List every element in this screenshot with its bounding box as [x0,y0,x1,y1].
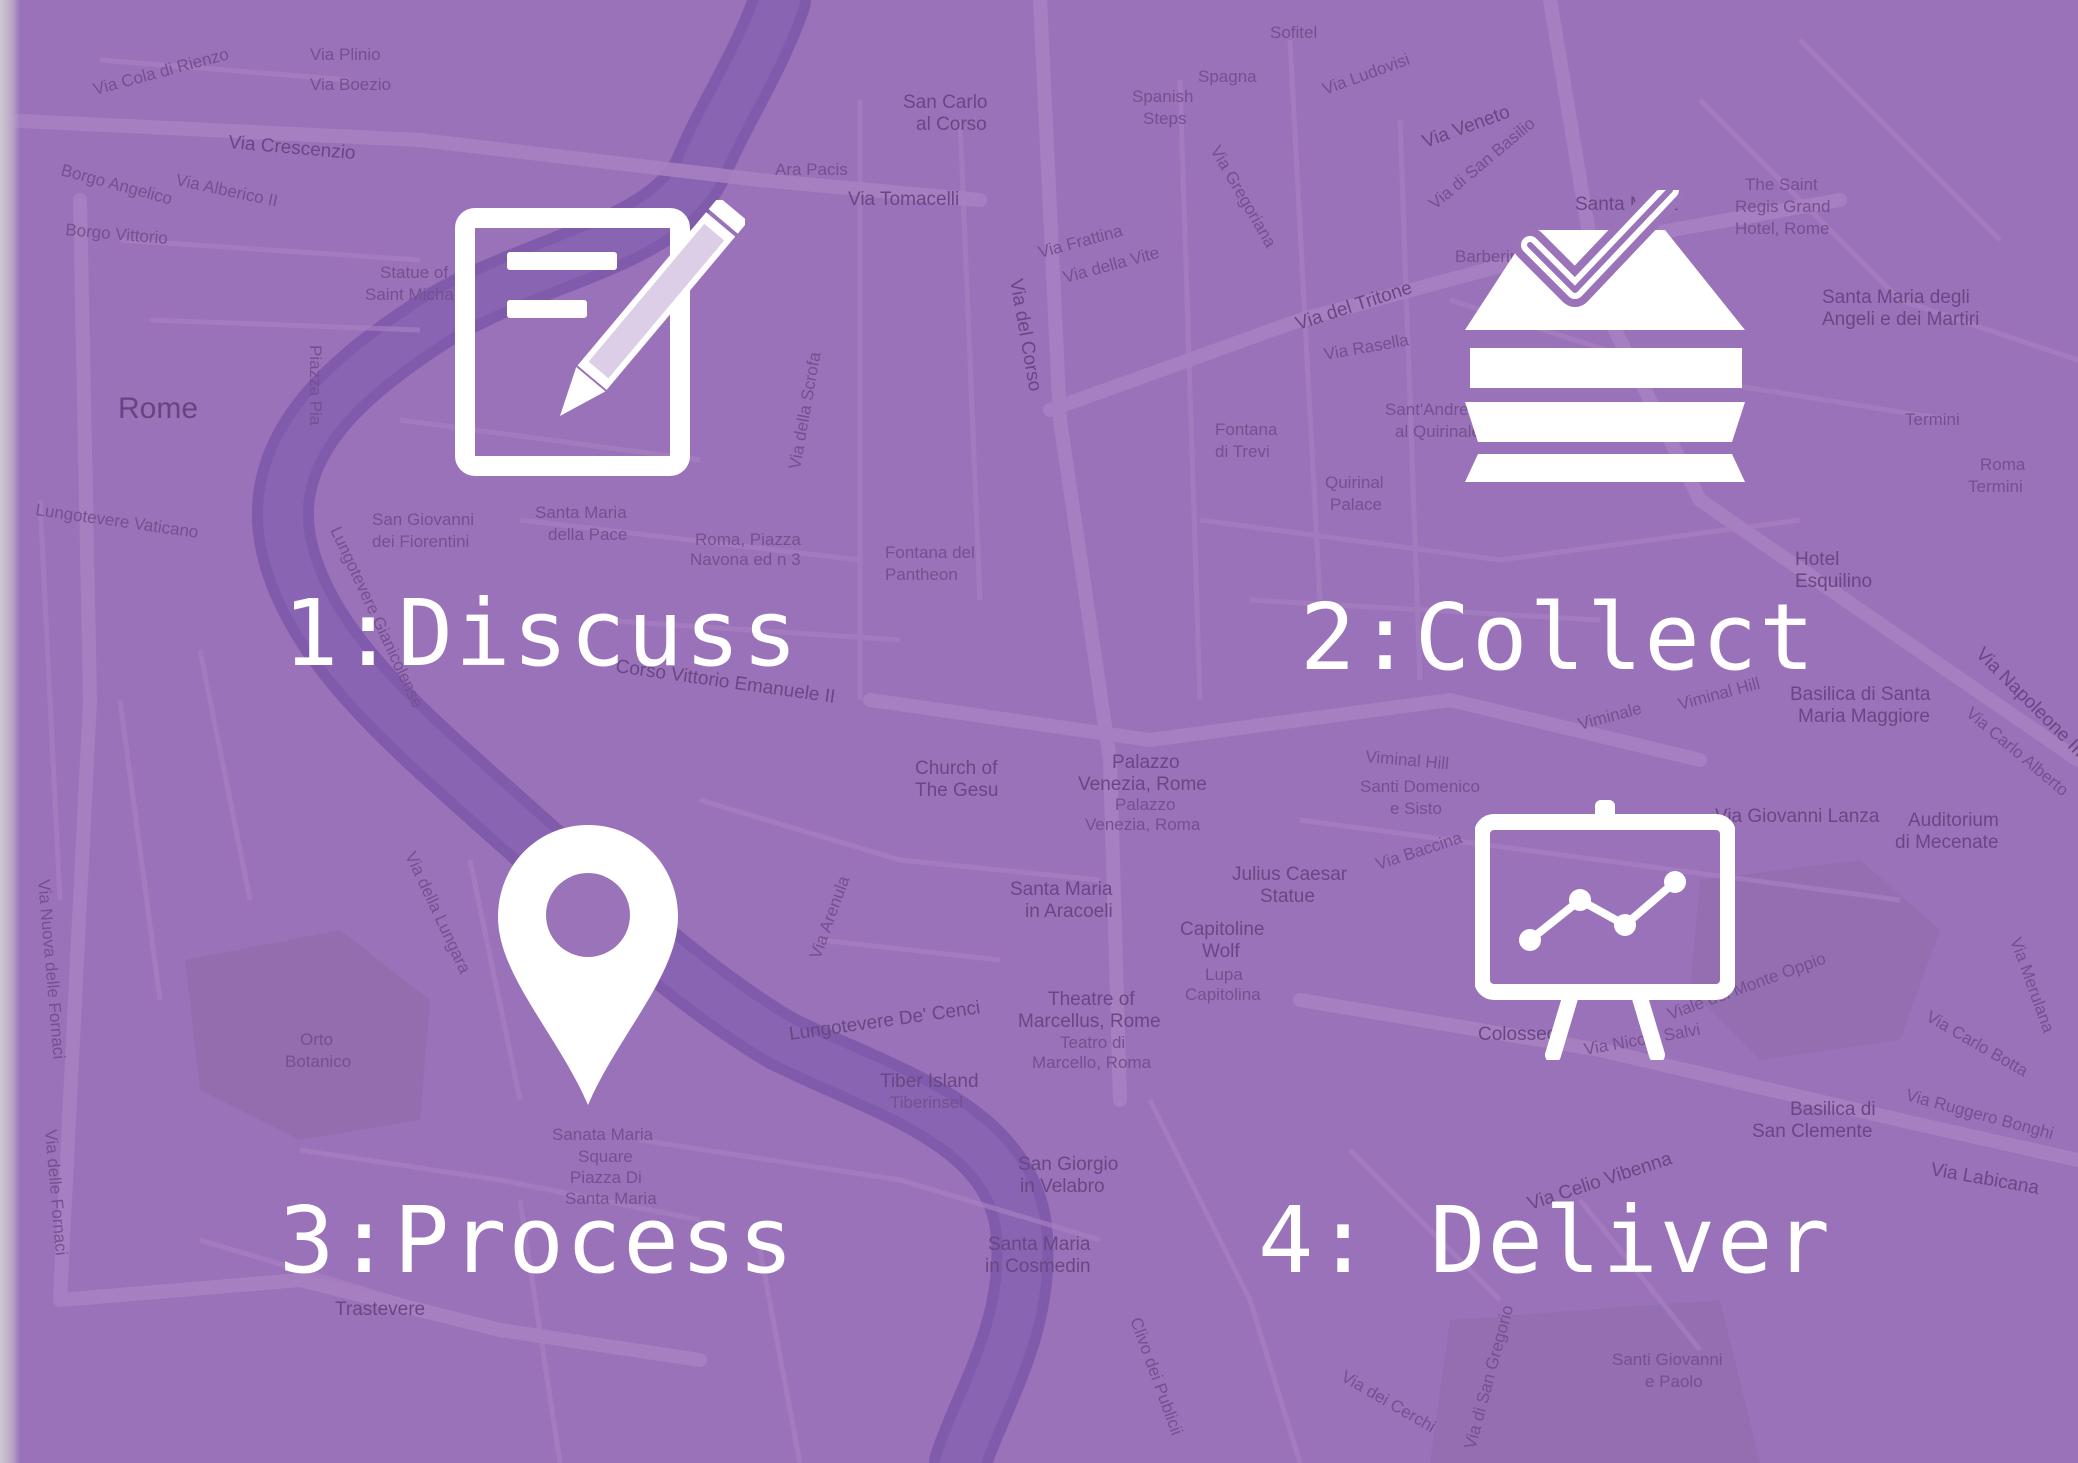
step-3-label: 3:Process [279,1187,796,1294]
infographic-canvas: Via Cola di Rienzo Via Plinio Via Boezio… [0,0,2078,1463]
svg-text:Statue of: Statue of [380,263,448,282]
document-pencil-icon [455,196,749,480]
svg-text:Angeli e dei Martiri: Angeli e dei Martiri [1822,309,1979,330]
svg-text:Navona ed n 3: Navona ed n 3 [690,550,801,569]
svg-text:Santa Maria: Santa Maria [535,503,627,522]
svg-text:Auditorium: Auditorium [1908,810,1999,831]
svg-text:e Sisto: e Sisto [1390,799,1442,818]
svg-text:e Paolo: e Paolo [1645,1372,1703,1391]
svg-text:Venezia, Rome: Venezia, Rome [1078,774,1207,795]
svg-text:Piazza Di: Piazza Di [570,1168,642,1187]
svg-text:Fontana: Fontana [1215,420,1278,439]
svg-text:Church of: Church of [915,758,998,779]
svg-text:Capitoline: Capitoline [1180,919,1265,940]
svg-text:in Velabro: in Velabro [1020,1176,1105,1197]
svg-text:Santi Domenico: Santi Domenico [1360,777,1480,796]
svg-text:dei Fiorentini: dei Fiorentini [372,532,469,551]
svg-text:Roma: Roma [1980,455,2026,474]
svg-text:Capitolina: Capitolina [1185,985,1261,1004]
svg-text:San Clemente: San Clemente [1752,1121,1872,1142]
svg-text:Wolf: Wolf [1202,941,1240,962]
svg-text:Santa Maria: Santa Maria [1010,879,1113,900]
svg-text:Santa Maria: Santa Maria [988,1234,1091,1255]
svg-text:Orto: Orto [300,1030,333,1049]
svg-text:Sanata Maria: Sanata Maria [552,1125,654,1144]
svg-text:San Giovanni: San Giovanni [372,510,474,529]
svg-text:Botanico: Botanico [285,1052,351,1071]
scan-edge [0,0,20,1463]
svg-text:Termini: Termini [1968,477,2023,496]
svg-text:Santi Giovanni: Santi Giovanni [1612,1350,1723,1369]
svg-text:Steps: Steps [1143,109,1186,128]
svg-text:The Gesu: The Gesu [915,780,998,801]
svg-text:Via Tomacelli: Via Tomacelli [848,189,959,210]
svg-text:di Mecenate: di Mecenate [1895,832,1999,853]
svg-text:San Carlo: San Carlo [903,92,988,113]
svg-text:Square: Square [578,1147,633,1166]
svg-text:Roma, Piazza: Roma, Piazza [695,530,801,549]
svg-text:Via Giovanni Lanza: Via Giovanni Lanza [1715,806,1880,827]
svg-text:Piazza Pia: Piazza Pia [306,345,325,426]
step-2-label: 2:Collect [1300,584,1817,691]
svg-text:Theatre of: Theatre of [1048,989,1135,1010]
svg-text:Trastevere: Trastevere [335,1299,425,1320]
svg-text:The Saint: The Saint [1745,175,1818,194]
svg-text:in Cosmedin: in Cosmedin [985,1256,1091,1277]
svg-text:Quirinal: Quirinal [1325,473,1384,492]
svg-text:Palazzo: Palazzo [1115,795,1175,814]
svg-text:Santa Maria degli: Santa Maria degli [1822,287,1970,308]
svg-text:Julius Caesar: Julius Caesar [1232,864,1348,885]
svg-text:al Corso: al Corso [916,114,987,135]
step-4-label: 4: Deliver [1258,1187,1832,1294]
svg-text:Lupa: Lupa [1205,965,1243,984]
presentation-chart-icon [1474,800,1736,1063]
svg-text:Palace: Palace [1330,495,1382,514]
svg-text:in Aracoeli: in Aracoeli [1025,901,1113,922]
svg-text:Marcellus, Rome: Marcellus, Rome [1018,1011,1161,1032]
step-1-label: 1:Discuss [283,580,800,687]
svg-text:della Pace: della Pace [548,525,627,544]
svg-text:Statue: Statue [1260,886,1315,907]
svg-text:Saint Michael: Saint Michael [365,285,467,304]
svg-text:Termini: Termini [1905,410,1960,429]
svg-text:Marcello, Roma: Marcello, Roma [1032,1053,1152,1072]
svg-text:Rome: Rome [118,392,198,425]
svg-text:Via Boezio: Via Boezio [310,75,391,94]
svg-text:Pantheon: Pantheon [885,565,958,584]
svg-text:Spagna: Spagna [1198,67,1257,86]
svg-text:Palazzo: Palazzo [1112,752,1180,773]
svg-text:Maria Maggiore: Maria Maggiore [1798,706,1930,727]
svg-text:Spanish: Spanish [1132,87,1193,106]
svg-text:Tiber Island: Tiber Island [880,1071,979,1092]
svg-text:Teatro di: Teatro di [1060,1033,1125,1052]
svg-text:Fontana del: Fontana del [885,543,975,562]
svg-text:San Giorgio: San Giorgio [1018,1154,1118,1175]
layers-check-icon [1460,173,1750,485]
svg-text:Via Plinio: Via Plinio [310,45,381,64]
svg-text:Tiberinsel: Tiberinsel [890,1093,963,1112]
svg-text:Ara Pacis: Ara Pacis [775,160,848,179]
svg-text:Basilica di: Basilica di [1790,1099,1876,1120]
svg-text:Sofitel: Sofitel [1270,23,1317,42]
map-pin-icon [498,825,678,1110]
svg-text:Venezia, Roma: Venezia, Roma [1085,815,1201,834]
svg-text:Hotel: Hotel [1795,549,1839,570]
svg-text:di Trevi: di Trevi [1215,442,1270,461]
